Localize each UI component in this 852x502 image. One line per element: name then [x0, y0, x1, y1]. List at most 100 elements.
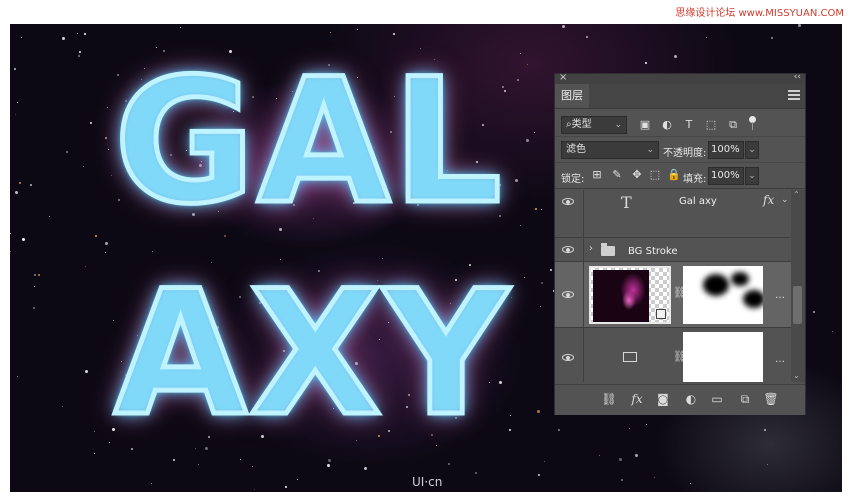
- more-icon[interactable]: …: [775, 354, 785, 365]
- fill-dropdown-icon[interactable]: ⌄: [745, 167, 759, 185]
- fx-icon[interactable]: fx: [763, 193, 774, 207]
- lock-position-icon[interactable]: ✥: [631, 169, 643, 181]
- layer-list: T Gal axy fx ⌄ › BG Stroke ⛓ … ⛓ …: [555, 190, 791, 382]
- tab-layers[interactable]: 图层: [555, 84, 589, 108]
- star-dot: [520, 225, 521, 226]
- layer-thumbnail[interactable]: [589, 266, 671, 324]
- scroll-thumb[interactable]: [793, 286, 802, 324]
- lock-image-icon[interactable]: ✎: [611, 169, 623, 181]
- star-dot: [285, 486, 287, 488]
- star-dot: [19, 182, 21, 184]
- visibility-eye-icon[interactable]: [562, 290, 576, 300]
- scroll-up-icon[interactable]: ⌃: [793, 190, 800, 199]
- fx-icon[interactable]: fx: [629, 391, 645, 407]
- adjustment-layer-icon[interactable]: ◐: [683, 391, 699, 407]
- star-dot: [173, 459, 175, 461]
- star-dot: [10, 233, 11, 234]
- star-dot: [511, 297, 512, 298]
- lock-row: 锁定: ⊞ ✎ ✥ ⬚ 🔒 填充: 100% ⌄: [555, 164, 805, 189]
- filter-toggle[interactable]: [749, 116, 756, 130]
- visibility-eye-icon[interactable]: [562, 353, 576, 363]
- chevron-down-icon[interactable]: ⌄: [781, 195, 789, 205]
- layer-row-smart-object[interactable]: ⛓ …: [555, 262, 791, 328]
- more-icon[interactable]: …: [775, 290, 785, 301]
- chevron-right-icon[interactable]: ›: [589, 243, 593, 254]
- mask-thumbnail[interactable]: [683, 332, 763, 382]
- star-dot: [586, 36, 588, 38]
- star-dot: [95, 235, 97, 237]
- star-dot: [646, 424, 647, 425]
- star-dot: [635, 454, 638, 457]
- layer-row-galaxy[interactable]: T Gal axy fx ⌄: [555, 190, 791, 238]
- visibility-eye-icon[interactable]: [562, 245, 576, 255]
- star-dot: [94, 453, 95, 454]
- scroll-down-icon[interactable]: ⌄: [793, 371, 800, 380]
- star-dot: [550, 269, 552, 271]
- chevron-down-icon: ⌄: [614, 120, 622, 130]
- type-layer-icon: T: [621, 193, 632, 212]
- panel-bottom-bar: ⛓ fx ◙ ◐ ▭ ⧉ 🗑: [555, 384, 805, 415]
- star-dot: [813, 311, 815, 313]
- star-dot: [198, 464, 199, 465]
- star-dot: [180, 27, 181, 28]
- tab-row: 图层: [555, 84, 805, 109]
- star-dot: [621, 479, 623, 481]
- screenshot-canvas: GAL AXY 思缘设计论坛 www.MISSYUAN.COM UI·cn × …: [0, 0, 852, 502]
- star-dot: [105, 137, 107, 139]
- lock-artboard-icon[interactable]: ⬚: [649, 169, 661, 181]
- star-dot: [111, 175, 112, 176]
- layer-name[interactable]: BG Stroke: [628, 246, 677, 257]
- mask-thumbnail[interactable]: [683, 266, 763, 324]
- star-dot: [85, 266, 86, 267]
- lock-transparent-icon[interactable]: ⊞: [591, 169, 603, 181]
- visibility-eye-icon[interactable]: [562, 197, 576, 207]
- star-dot: [629, 428, 630, 429]
- star-dot: [22, 238, 25, 241]
- adjustment-filter-icon[interactable]: ◐: [659, 117, 675, 133]
- shape-filter-icon[interactable]: ⬚: [703, 117, 719, 133]
- close-icon[interactable]: ×: [559, 72, 567, 83]
- fill-label: 填充:: [683, 174, 707, 185]
- link-layers-icon[interactable]: ⛓: [601, 391, 617, 407]
- star-dot: [62, 37, 65, 40]
- star-dot: [562, 25, 565, 28]
- fill-layer-icon: [623, 352, 637, 362]
- collapse-icon[interactable]: ‹‹: [794, 72, 801, 82]
- smart-object-filter-icon[interactable]: ⧉: [725, 117, 741, 133]
- star-dot: [674, 55, 677, 58]
- star-dot: [152, 251, 153, 252]
- lock-all-icon[interactable]: 🔒: [667, 169, 681, 181]
- layer-row-solid-color[interactable]: ⛓ …: [555, 328, 791, 382]
- star-dot: [526, 139, 529, 142]
- layer-scrollbar[interactable]: ⌃ ⌄: [791, 190, 805, 382]
- star-dot: [34, 286, 35, 287]
- panel-menu-icon[interactable]: [788, 90, 800, 100]
- star-dot: [364, 467, 367, 470]
- star-dot: [328, 459, 331, 462]
- new-group-icon[interactable]: ▭: [709, 391, 725, 407]
- new-layer-icon[interactable]: ⧉: [737, 391, 753, 407]
- opacity-dropdown-icon[interactable]: ⌄: [745, 141, 759, 159]
- type-filter-icon[interactable]: T: [681, 117, 697, 133]
- delete-icon[interactable]: 🗑: [763, 391, 779, 407]
- star-dot: [38, 274, 40, 276]
- layer-name[interactable]: Gal axy: [679, 196, 717, 207]
- add-mask-icon[interactable]: ◙: [655, 391, 671, 407]
- star-dot: [14, 68, 16, 70]
- star-dot: [94, 431, 95, 432]
- star-dot: [798, 24, 801, 27]
- star-dot: [109, 442, 110, 443]
- fill-field[interactable]: 100%: [708, 167, 744, 185]
- star-dot: [240, 459, 241, 460]
- star-dot: [540, 306, 541, 307]
- folder-icon: [601, 243, 615, 256]
- opacity-field[interactable]: 100%: [708, 141, 744, 159]
- blend-row: 滤色 ⌄ 不透明度: 100% ⌄: [555, 138, 805, 163]
- star-dot: [30, 184, 32, 186]
- layer-row-bg-stroke[interactable]: › BG Stroke: [555, 238, 791, 262]
- filter-kind-select[interactable]: ⌕类型 ⌄: [561, 116, 627, 134]
- panel-topbar: × ‹‹: [555, 72, 805, 84]
- star-dot: [706, 37, 707, 38]
- image-filter-icon[interactable]: ▣: [637, 117, 653, 133]
- blend-mode-select[interactable]: 滤色 ⌄: [561, 141, 659, 159]
